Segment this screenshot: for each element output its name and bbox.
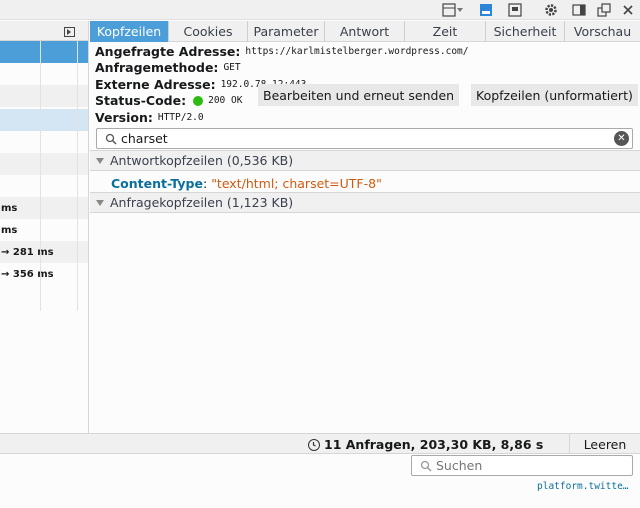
request-headers-toggle[interactable]: Anfragekopfzeilen (1,123 KB) [90, 192, 640, 213]
clear-filter-icon[interactable]: ✕ [614, 131, 629, 146]
screenshot-icon[interactable] [478, 2, 494, 18]
search-icon [420, 460, 432, 472]
url-label: Angefragte Adresse: [95, 43, 241, 59]
tab-headers[interactable]: Kopfzeilen [90, 21, 169, 42]
table-row[interactable] [0, 85, 88, 107]
column-divider [77, 41, 78, 311]
summary-version: Version: HTTP/2.0 [95, 109, 640, 126]
clock-icon [308, 438, 320, 451]
chevron-down-icon [96, 199, 104, 206]
search-icon [105, 133, 117, 145]
frame-icon[interactable] [507, 2, 523, 18]
tab-security[interactable]: Sicherheit [486, 21, 565, 42]
method-label: Anfragemethode: [95, 60, 219, 76]
edit-resend-button[interactable]: Bearbeiten und erneut senden [258, 84, 460, 106]
column-divider [40, 41, 41, 311]
section-title: Antwortkopfzeilen (0,536 KB) [110, 153, 294, 168]
table-row[interactable]: ms [0, 197, 88, 219]
table-row[interactable] [0, 175, 88, 197]
request-time: ms [1, 202, 18, 214]
header-value[interactable]: "text/html; charset=UTF-8" [211, 176, 382, 191]
details-tabs: Kopfzeilen Cookies Parameter Antwort Zei… [90, 21, 640, 42]
table-row[interactable] [0, 109, 88, 131]
request-time: → 356 ms [1, 268, 54, 280]
tab-preview[interactable]: Vorschau [565, 21, 640, 42]
table-row[interactable]: → 281 ms [0, 241, 88, 263]
gear-icon[interactable] [543, 2, 559, 18]
tab-params[interactable]: Parameter [248, 21, 325, 42]
summary-url: Angefragte Adresse: https://karlmistelbe… [95, 43, 640, 60]
console-search [411, 455, 633, 476]
table-row[interactable] [0, 63, 88, 85]
section-title: Anfragekopfzeilen (1,123 KB) [110, 195, 294, 210]
network-footer: 11 Anfragen, 203,30 KB, 8,86 s Leeren [0, 433, 640, 454]
clear-button[interactable]: Leeren [569, 434, 640, 454]
search-input[interactable] [436, 458, 626, 473]
tab-timings[interactable]: Zeit [405, 21, 486, 42]
table-row[interactable] [0, 41, 88, 63]
summary-method: Anfragemethode: GET [95, 60, 640, 77]
table-row[interactable] [0, 131, 88, 153]
console-area: platform.twitte… [0, 455, 640, 508]
status-ok-icon [193, 95, 204, 106]
tab-response[interactable]: Antwort [325, 21, 405, 42]
filter-input[interactable] [121, 131, 591, 146]
tab-cookies[interactable]: Cookies [169, 21, 248, 42]
headers-filter: ✕ [96, 128, 633, 149]
devtools-toolbar [0, 0, 640, 20]
raw-headers-button[interactable]: Kopfzeilen (unformatiert) [471, 84, 638, 106]
table-row[interactable]: ms [0, 219, 88, 241]
request-list-header [0, 21, 88, 41]
version-label: Version: [95, 109, 153, 125]
method-value: GET [223, 62, 241, 74]
undock-icon[interactable] [596, 2, 612, 18]
header-name: Content-Type [111, 175, 203, 191]
status-label: Status-Code: [95, 93, 187, 109]
request-time: → 281 ms [1, 246, 54, 258]
table-row[interactable]: → 356 ms [0, 263, 88, 285]
response-headers-toggle[interactable]: Antwortkopfzeilen (0,536 KB) [90, 150, 640, 171]
table-row[interactable] [0, 153, 88, 175]
url-value: https://karlmistelberger.wordpress.com/ [245, 45, 469, 57]
network-stats: 11 Anfragen, 203,30 KB, 8,86 s [308, 436, 543, 453]
version-value: HTTP/2.0 [157, 111, 204, 123]
status-value: 200 OK [208, 95, 243, 107]
chevron-down-icon [96, 157, 104, 164]
dock-side-icon[interactable] [571, 2, 587, 18]
remote-label: Externe Adresse: [95, 76, 216, 92]
chevron-down-icon[interactable] [456, 2, 464, 18]
responsive-icon[interactable] [441, 2, 457, 18]
request-time: ms [1, 224, 18, 236]
request-list: ms ms → 281 ms → 356 ms [0, 21, 89, 433]
header-item: Content-Type: "text/html; charset=UTF-8" [111, 175, 382, 191]
toggle-sidebar-icon[interactable] [64, 26, 75, 40]
close-icon[interactable] [620, 2, 636, 18]
stats-text: 11 Anfragen, 203,30 KB, 8,86 s [324, 437, 544, 452]
source-link[interactable]: platform.twitte… [537, 481, 629, 492]
